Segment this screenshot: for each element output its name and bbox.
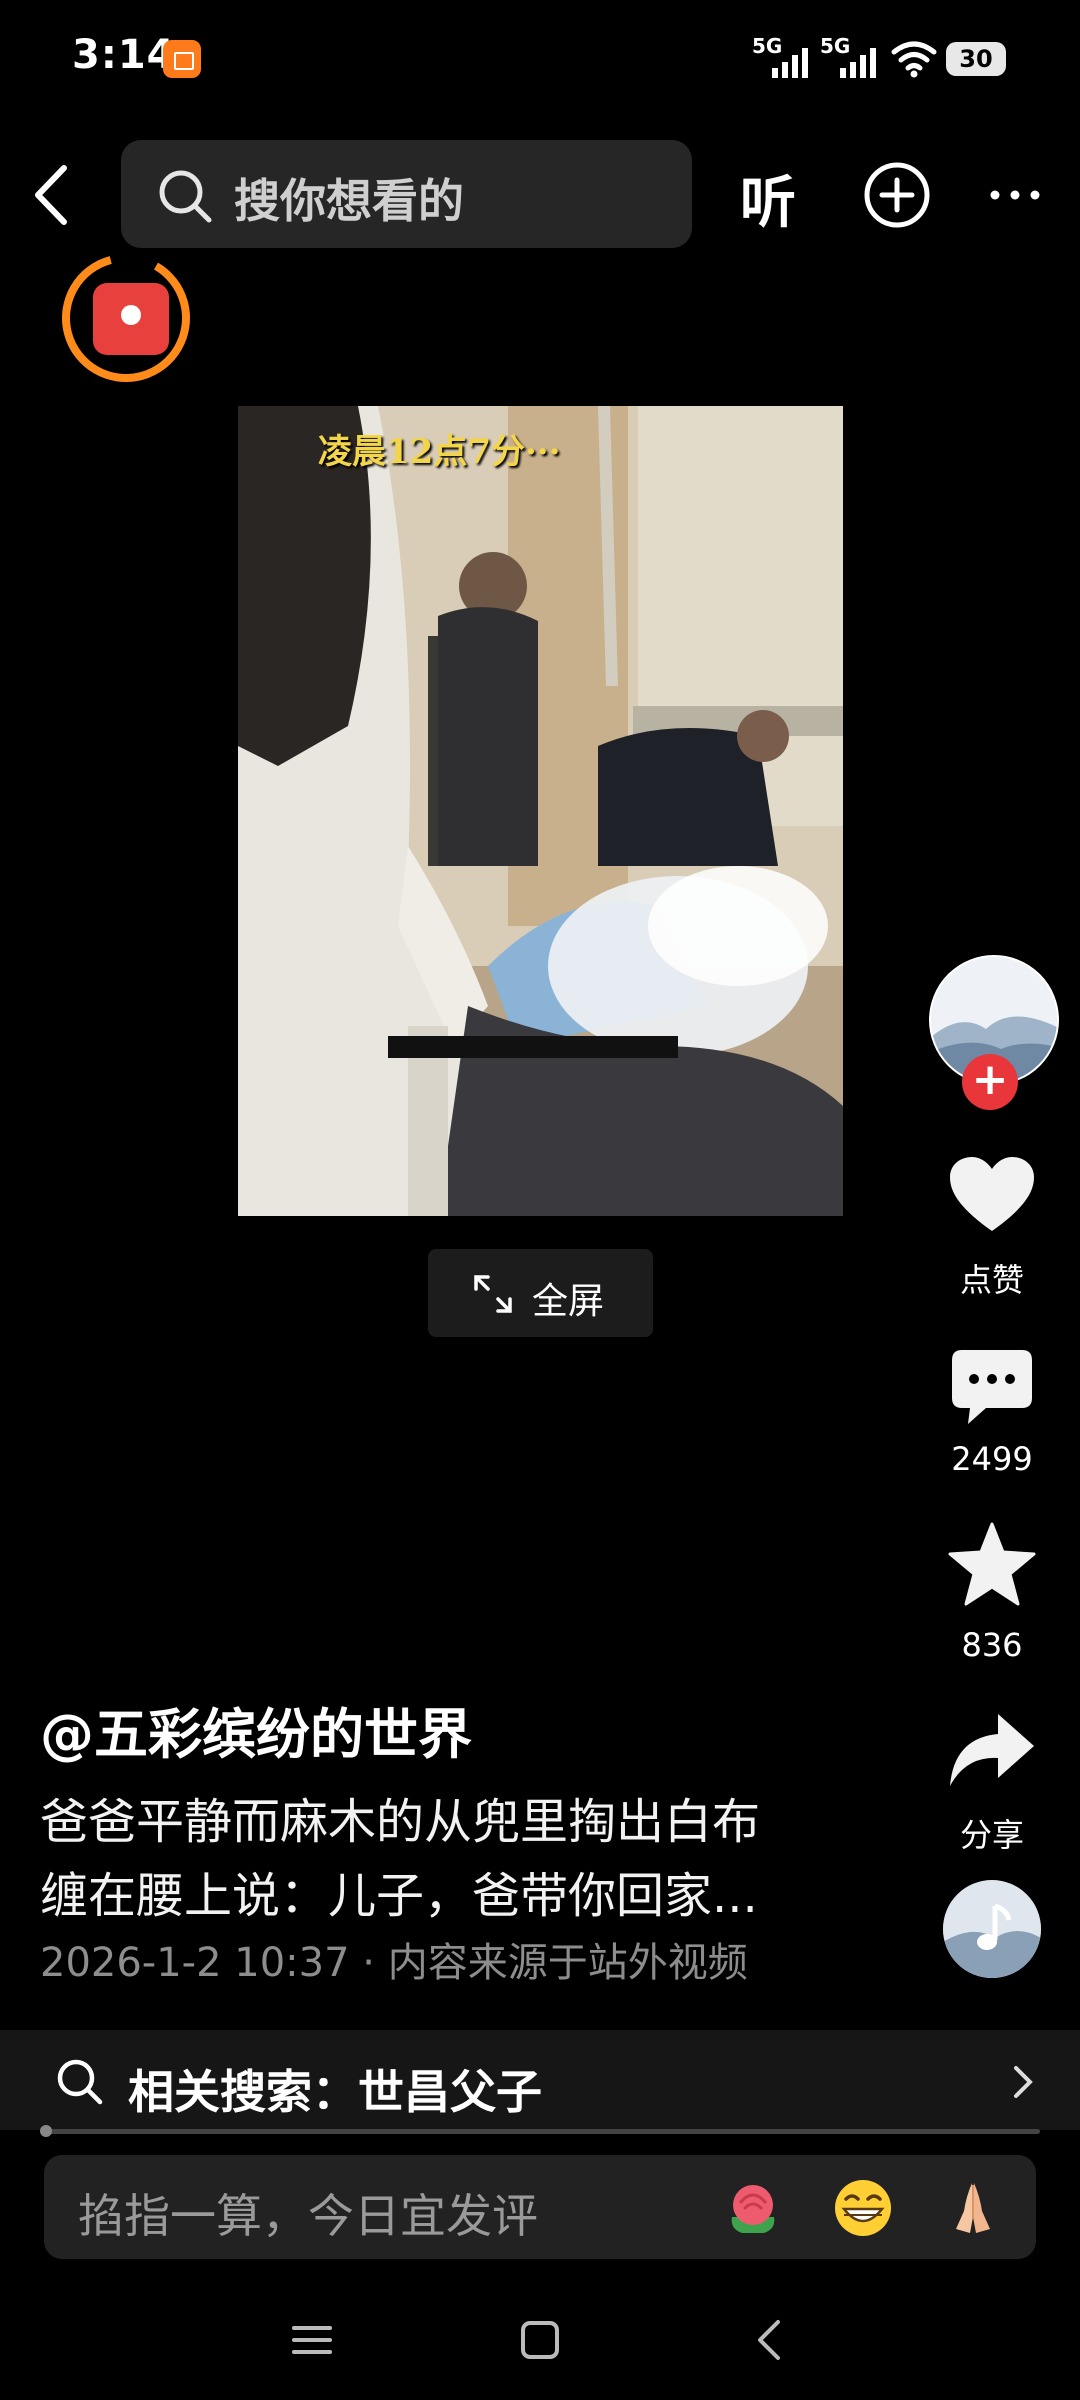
back-button[interactable]: [24, 160, 84, 230]
post-meta: 2026-1-2 10:37 · 内容来源于站外视频: [40, 1930, 748, 1988]
video-progress-handle[interactable]: [40, 2125, 52, 2137]
video-frame-image: [238, 406, 843, 1216]
search-icon: [159, 170, 212, 223]
signal-1: 5G: [752, 34, 816, 78]
meta-separator: ·: [362, 1940, 388, 1986]
red-packet-icon[interactable]: [93, 283, 169, 355]
search-placeholder: 搜你想看的: [234, 174, 464, 228]
comment-count: 2499: [951, 1440, 1033, 1478]
music-disc[interactable]: [943, 1880, 1041, 1978]
rose-emoji[interactable]: [722, 2177, 784, 2239]
pray-emoji[interactable]: [942, 2177, 1004, 2239]
video-progress-bar[interactable]: [44, 2129, 1040, 2134]
expand-icon: [474, 1275, 512, 1313]
like-label: 点赞: [959, 1261, 1024, 1299]
description-line-2[interactable]: 缠在腰上说：儿子，爸带你回家...: [40, 1856, 758, 1926]
star-icon[interactable]: [948, 1522, 1036, 1606]
listen-button[interactable]: 听: [740, 158, 796, 239]
status-time: 3:14: [72, 32, 176, 78]
wifi-icon: [891, 41, 937, 78]
add-button[interactable]: [862, 160, 932, 230]
share-label: 分享: [959, 1816, 1024, 1854]
recents-menu-icon[interactable]: [282, 2310, 342, 2370]
system-back-icon[interactable]: [740, 2310, 800, 2370]
share-icon[interactable]: [948, 1712, 1036, 1788]
post-date: 2026-1-2 10:37: [40, 1940, 350, 1986]
music-note-icon: [943, 1880, 1041, 1978]
search-icon: [57, 2059, 103, 2105]
battery-indicator: 30: [946, 42, 1006, 76]
video-caption-overlay: 凌晨12点7分···: [318, 432, 561, 472]
comment-placeholder: 掐指一算，今日宜发评: [78, 2189, 538, 2243]
chevron-right-icon: [1014, 2066, 1033, 2098]
follow-button[interactable]: +: [962, 1054, 1018, 1110]
video-player[interactable]: [238, 406, 843, 1216]
favorite-count: 836: [961, 1626, 1023, 1664]
notification-app-icon: [163, 40, 201, 78]
fullscreen-label: 全屏: [532, 1281, 605, 1322]
description-line-1[interactable]: 爸爸平静而麻木的从兜里掏出白布: [40, 1782, 760, 1852]
signal-bars-icon: [840, 48, 876, 78]
signal-2: 5G: [820, 34, 884, 78]
author-name[interactable]: @五彩缤纷的世界: [40, 1690, 472, 1769]
comment-icon[interactable]: [950, 1348, 1034, 1426]
related-search-label: 相关搜索：世昌父子: [128, 2065, 542, 2119]
home-icon[interactable]: [510, 2310, 570, 2370]
heart-icon[interactable]: [948, 1155, 1036, 1235]
more-options-button[interactable]: [985, 170, 1045, 220]
signal-bars-icon: [772, 48, 808, 78]
post-source: 内容来源于站外视频: [387, 1940, 748, 1986]
grin-emoji[interactable]: [832, 2177, 894, 2239]
